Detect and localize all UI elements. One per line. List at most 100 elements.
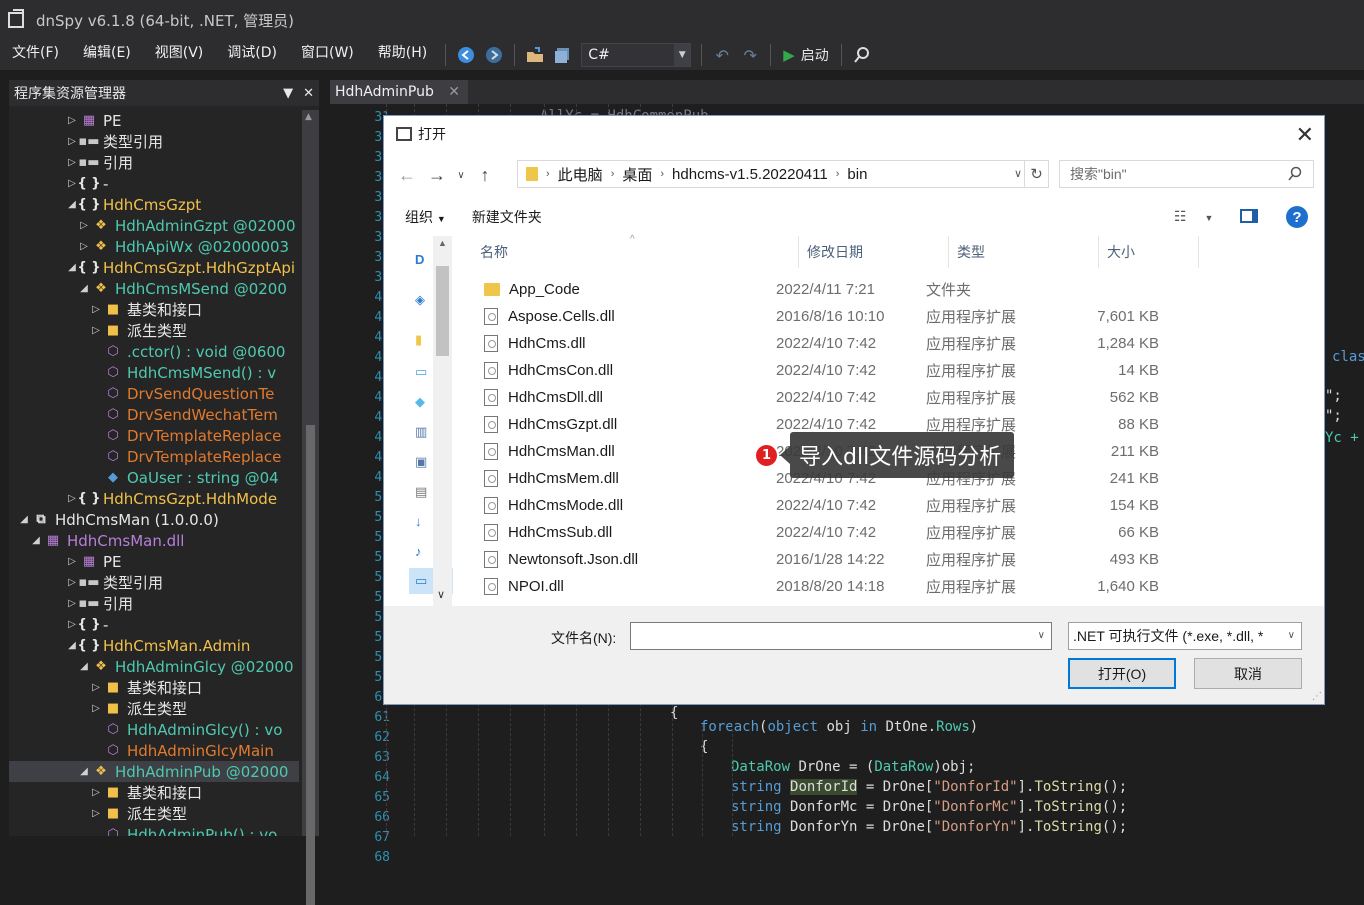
collapsed-arrow-icon[interactable]: ▷ <box>89 304 103 315</box>
expanded-arrow-icon[interactable]: ◢ <box>29 535 43 546</box>
forward-icon[interactable] <box>482 43 506 67</box>
undo-icon[interactable]: ↶ <box>710 43 734 67</box>
file-type-select[interactable]: .NET 可执行文件 (*.exe, *.dll, * ∨ <box>1068 622 1302 650</box>
collapsed-arrow-icon[interactable]: ▷ <box>77 241 91 252</box>
close-icon[interactable]: ✕ <box>1296 122 1314 148</box>
tree-node[interactable]: ◢ ❖ HdhCmsMSend @0200 <box>9 278 299 299</box>
menu-file[interactable]: 文件(F) <box>0 40 71 70</box>
collapsed-arrow-icon[interactable]: ▷ <box>65 157 79 168</box>
breadcrumb-item[interactable]: hdhcms-v1.5.20220411 <box>672 166 828 183</box>
tree-node[interactable]: ▷ ▪▬ 引用 <box>9 593 299 614</box>
downloads-nav-icon[interactable]: ↓ <box>415 514 433 530</box>
scroll-up-icon[interactable]: ▲ <box>305 112 312 122</box>
tree-node[interactable]: ⬡ DrvSendQuestionTe <box>9 383 299 404</box>
tree-node[interactable]: ⬡ DrvTemplateReplace <box>9 446 299 467</box>
back-icon[interactable] <box>454 43 478 67</box>
resize-grip-icon[interactable]: ⋰ <box>1312 691 1322 702</box>
collapsed-arrow-icon[interactable]: ▷ <box>65 598 79 609</box>
menu-edit[interactable]: 编辑(E) <box>71 40 143 70</box>
column-size[interactable]: 大小 <box>1099 236 1199 268</box>
cloud-nav-icon[interactable]: ◈ <box>415 292 433 308</box>
collapsed-arrow-icon[interactable]: ▷ <box>89 808 103 819</box>
tree-node[interactable]: ◢{ } HdhCmsMan.Admin <box>9 635 299 656</box>
tree-node[interactable]: ▷ ▦ PE <box>9 110 299 131</box>
tree-node[interactable]: ◢{ } HdhCmsGzpt <box>9 194 299 215</box>
assembly-tree[interactable]: ▷ ▦ PE ▷ ▪▬ 类型引用 ▷ ▪▬ 引用 ▷{ } - ◢{ } HdhCmsGzpt ▷ ❖ Hdh… <box>9 110 299 836</box>
3d-objects-nav-icon[interactable]: ◆ <box>415 394 433 410</box>
expanded-arrow-icon[interactable]: ◢ <box>77 283 91 294</box>
tree-node[interactable]: ⬡ .cctor() : void @0600 <box>9 341 299 362</box>
filename-input[interactable]: ∨ <box>630 622 1052 650</box>
chevron-down-icon[interactable]: ∨ <box>1014 167 1022 180</box>
tree-scrollbar-thumb[interactable] <box>306 425 315 905</box>
tree-node[interactable]: ▷ ■ 基类和接口 <box>9 677 299 698</box>
redo-icon[interactable]: ↷ <box>738 43 762 67</box>
tree-node[interactable]: ◢ ❖ HdhAdminPub @02000 <box>9 761 299 782</box>
collapsed-arrow-icon[interactable]: ▷ <box>89 325 103 336</box>
file-row[interactable]: HdhCmsMode.dll 2022/4/10 7:42 应用程序扩展 154 KB <box>454 492 1324 519</box>
tree-node[interactable]: ▷ ❖ HdhApiWx @02000003 <box>9 236 299 257</box>
tree-node[interactable]: ▷{ } HdhCmsGzpt.HdhMode <box>9 488 299 509</box>
navigation-scrollbar-thumb[interactable] <box>436 266 449 356</box>
tree-node[interactable]: ▷ ■ 基类和接口 <box>9 782 299 803</box>
save-all-icon[interactable] <box>551 43 575 67</box>
cancel-button[interactable]: 取消 <box>1194 658 1302 689</box>
open-folder-icon[interactable] <box>523 43 547 67</box>
dnspy-nav-icon[interactable]: D <box>415 252 433 268</box>
breadcrumb-item[interactable]: 此电脑 <box>558 164 603 185</box>
preview-pane-icon[interactable] <box>1240 209 1258 223</box>
column-type[interactable]: 类型 <box>949 236 1099 268</box>
panel-menu-icon[interactable]: ▼ <box>283 86 293 101</box>
tree-node[interactable]: ◢ ❖ HdhAdminGlcy @02000 <box>9 656 299 677</box>
column-date[interactable]: 修改日期 <box>799 236 949 268</box>
pictures-nav-icon[interactable]: ▣ <box>415 454 433 470</box>
search-icon[interactable] <box>850 43 874 67</box>
scroll-down-icon[interactable]: ∨ <box>437 588 445 601</box>
search-input[interactable]: 搜索"bin" <box>1059 160 1314 188</box>
breadcrumb-item[interactable]: bin <box>847 166 867 183</box>
collapsed-arrow-icon[interactable]: ▷ <box>89 703 103 714</box>
tree-node[interactable]: ⬡ HdhAdminPub() : vo <box>9 824 299 837</box>
menu-view[interactable]: 视图(V) <box>143 40 216 70</box>
help-icon[interactable]: ? <box>1286 206 1308 228</box>
close-icon[interactable]: ✕ <box>303 86 314 101</box>
file-row[interactable]: HdhCmsDll.dll 2022/4/10 7:42 应用程序扩展 562 KB <box>454 384 1324 411</box>
tree-node[interactable]: ▷ ■ 派生类型 <box>9 320 299 341</box>
file-row[interactable]: HdhCmsSub.dll 2022/4/10 7:42 应用程序扩展 66 KB <box>454 519 1324 546</box>
tree-node[interactable]: ⬡ HdhCmsMSend() : v <box>9 362 299 383</box>
tree-node[interactable]: ▷{ } - <box>9 614 299 635</box>
new-folder-button[interactable]: 新建文件夹 <box>461 207 553 227</box>
file-row[interactable]: Aspose.Cells.dll 2016/8/16 10:10 应用程序扩展 7,6… <box>454 303 1324 330</box>
menu-debug[interactable]: 调试(D) <box>215 40 289 70</box>
collapsed-arrow-icon[interactable]: ▷ <box>65 577 79 588</box>
scroll-up-icon[interactable]: ▲ <box>438 238 447 248</box>
tree-node[interactable]: ◢ ⧉ HdhCmsMan (1.0.0.0) <box>9 509 299 530</box>
tree-node[interactable]: ▷ ■ 基类和接口 <box>9 299 299 320</box>
music-nav-icon[interactable]: ♪ <box>415 544 433 560</box>
file-row[interactable]: HdhCmsCon.dll 2022/4/10 7:42 应用程序扩展 14 KB <box>454 357 1324 384</box>
expanded-arrow-icon[interactable]: ◢ <box>77 661 91 672</box>
computer-nav-icon[interactable]: ▭ <box>415 364 433 380</box>
open-button[interactable]: 打开(O) <box>1068 658 1176 689</box>
expanded-arrow-icon[interactable]: ◢ <box>17 514 31 525</box>
tree-node[interactable]: ▷ ▪▬ 类型引用 <box>9 131 299 152</box>
file-row[interactable]: App_Code 2022/4/11 7:21 文件夹 <box>454 276 1324 303</box>
chevron-down-icon[interactable]: ∨ <box>1038 630 1045 641</box>
refresh-icon[interactable]: ↻ <box>1024 161 1048 187</box>
tree-node[interactable]: ◢ ▦ HdhCmsMan.dll <box>9 530 299 551</box>
expanded-arrow-icon[interactable]: ◢ <box>77 766 91 777</box>
collapsed-arrow-icon[interactable]: ▷ <box>77 220 91 231</box>
file-row[interactable]: HdhCms.dll 2022/4/10 7:42 应用程序扩展 1,284 KB <box>454 330 1324 357</box>
close-icon[interactable]: ✕ <box>448 84 460 100</box>
collapsed-arrow-icon[interactable]: ▷ <box>89 682 103 693</box>
back-icon[interactable]: ← <box>392 165 422 186</box>
file-row[interactable]: NPOI.dll 2018/8/20 14:18 应用程序扩展 1,640 KB <box>454 573 1324 600</box>
tree-node[interactable]: ⬡ HdhAdminGlcyMain <box>9 740 299 761</box>
column-name[interactable]: 名称 <box>454 236 799 268</box>
documents-nav-icon[interactable]: ▤ <box>415 484 433 500</box>
tree-node[interactable]: ▷ ▪▬ 类型引用 <box>9 572 299 593</box>
tree-node[interactable]: ▷ ❖ HdhAdminGzpt @02000 <box>9 215 299 236</box>
up-icon[interactable]: ↑ <box>470 165 500 186</box>
forward-icon[interactable]: → <box>422 165 452 186</box>
tree-node[interactable]: ⬡ DrvSendWechatTem <box>9 404 299 425</box>
